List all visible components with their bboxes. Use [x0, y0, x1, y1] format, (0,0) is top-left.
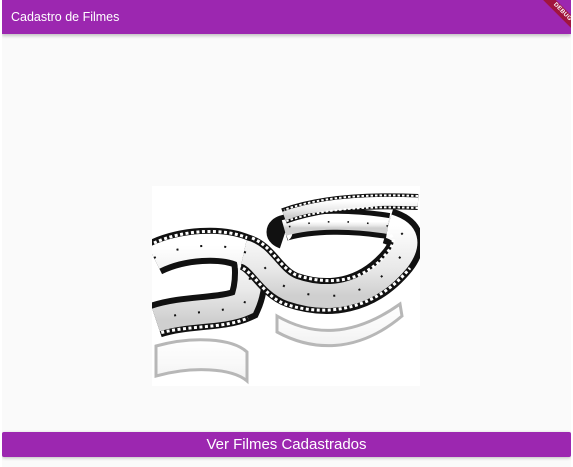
film-strip-icon	[152, 193, 420, 385]
app-window: Cadastro de Filmes DEBUG Ver Filmes Cada…	[2, 0, 571, 467]
debug-banner: DEBUG	[531, 0, 571, 40]
film-strip-image	[152, 186, 420, 386]
app-title: Cadastro de Filmes	[11, 10, 120, 24]
app-bar: Cadastro de Filmes	[2, 0, 571, 34]
debug-label: DEBUG	[539, 0, 571, 35]
view-registered-films-button[interactable]: Ver Filmes Cadastrados	[2, 432, 571, 457]
